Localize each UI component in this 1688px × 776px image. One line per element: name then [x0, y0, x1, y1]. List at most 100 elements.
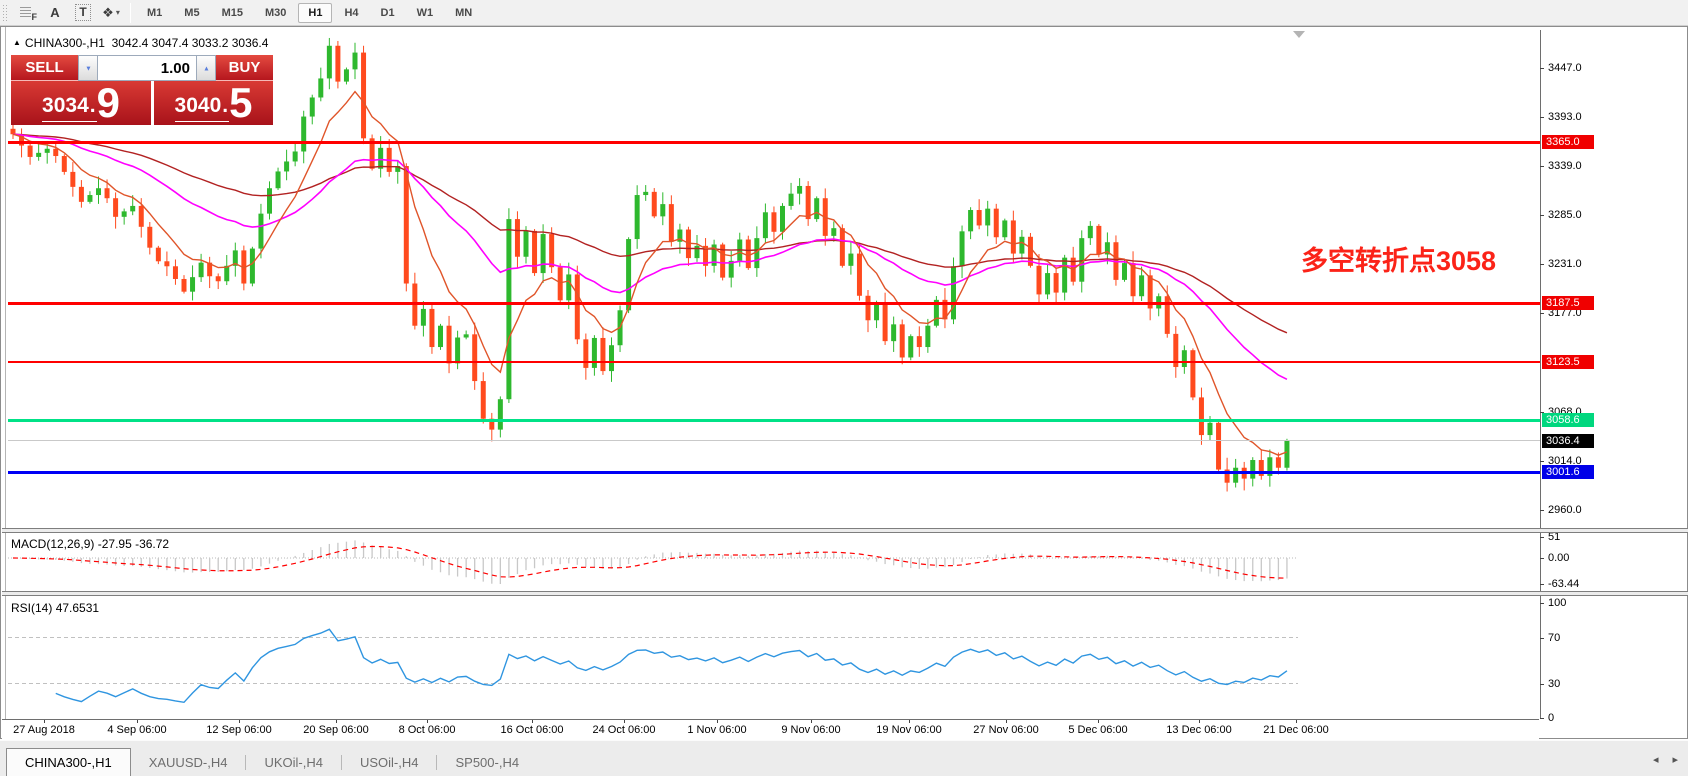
chart-tabs: CHINA300-,H1XAUUSD-,H4UKOil-,H4USOil-,H4…	[6, 746, 537, 776]
down-arrow-icon: ▼	[85, 64, 92, 72]
time-label: 8 Oct 06:00	[399, 724, 456, 736]
sell-price-frac: 9	[97, 84, 120, 122]
timeframe-h1-button[interactable]: H1	[298, 3, 332, 23]
tab-scroll-right-icon[interactable]: ▸	[1672, 753, 1678, 766]
buy-price[interactable]: 3040.5	[154, 81, 273, 125]
rsi-label: RSI(14) 47.6531	[11, 601, 99, 615]
hline-3001.6[interactable]	[8, 471, 1540, 474]
price-tick-3339.0: 3339.0	[1540, 160, 1688, 173]
price-badge-3036.4: 3036.4	[1542, 434, 1594, 448]
volume-increase-button[interactable]: ▲	[196, 55, 216, 81]
time-label: 20 Sep 06:00	[303, 724, 368, 736]
chart-tab-bar: CHINA300-,H1XAUUSD-,H4UKOil-,H4USOil-,H4…	[0, 740, 1688, 776]
hline-3123.5[interactable]	[8, 361, 1540, 363]
symbol-ohlc-values: 3042.4 3047.4 3033.2 3036.4	[112, 36, 269, 50]
rsi-tick-30: 30	[1540, 678, 1688, 691]
text-label-glyph: T	[75, 4, 90, 21]
timeframe-d1-button[interactable]: D1	[371, 3, 405, 23]
price-tick-3231.0: 3231.0	[1540, 258, 1688, 271]
symbol-header: ▲ CHINA300-,H1 3042.4 3047.4 3033.2 3036.…	[13, 36, 268, 50]
price-badge-3001.6: 3001.6	[1542, 465, 1594, 479]
collapse-triangle-icon[interactable]: ▲	[13, 38, 21, 47]
macd-splitter[interactable]	[2, 528, 1688, 533]
rsi-value: 47.6531	[56, 601, 99, 615]
symbol-name: CHINA300-,H1	[25, 36, 105, 50]
time-label: 21 Dec 06:00	[1263, 724, 1328, 736]
time-tick	[1006, 720, 1007, 723]
time-label: 5 Dec 06:00	[1068, 724, 1127, 736]
time-tick	[336, 720, 337, 723]
time-tick	[717, 720, 718, 723]
sell-price[interactable]: 3034.9	[11, 81, 151, 125]
macd-label: MACD(12,26,9) -27.95 -36.72	[11, 537, 169, 551]
price-badge-3123.5: 3123.5	[1542, 355, 1594, 369]
price-tick-3447.0: 3447.0	[1540, 62, 1688, 75]
hline-3036.4[interactable]	[8, 440, 1540, 441]
time-label: 1 Nov 06:00	[687, 724, 746, 736]
time-label: 4 Sep 06:00	[107, 724, 166, 736]
time-label: 9 Nov 06:00	[781, 724, 840, 736]
hline-3058.6[interactable]	[8, 419, 1540, 422]
objects-icon[interactable]: ❖ ▾	[99, 3, 123, 23]
timeframe-m1-button[interactable]: M1	[137, 3, 172, 23]
buy-price-dot: .	[221, 91, 229, 122]
time-label: 12 Sep 06:00	[206, 724, 271, 736]
timeframe-w1-button[interactable]: W1	[407, 3, 444, 23]
chart-tab-xauusdh4[interactable]: XAUUSD-,H4	[131, 750, 246, 776]
hline-3365.0[interactable]	[8, 141, 1540, 144]
time-tick	[427, 720, 428, 723]
price-tick-3393.0: 3393.0	[1540, 111, 1688, 124]
macd-tick--63.44: -63.44	[1540, 578, 1688, 591]
chart-tab-china300h1[interactable]: CHINA300-,H1	[6, 748, 131, 776]
time-tick	[909, 720, 910, 723]
trading-terminal: F A T ❖ ▾ M1M5M15M30H1H4D1W1MN ▲ CHINA300…	[0, 0, 1688, 776]
macd-values: -27.95 -36.72	[98, 537, 169, 551]
price-badge-3365.0: 3365.0	[1542, 135, 1594, 149]
macd-tick-0.00: 0.00	[1540, 552, 1688, 565]
time-axis[interactable]: 27 Aug 2018 4 Sep 06:00 12 Sep 06:00 20 Sep…	[2, 719, 1539, 739]
rsi-tick-100: 100	[1540, 597, 1688, 610]
timeframe-toolbar: M1M5M15M30H1H4D1W1MN	[136, 3, 483, 23]
rsi-splitter[interactable]	[2, 591, 1688, 596]
hline-3187.5[interactable]	[8, 302, 1540, 305]
timeframe-m30-button[interactable]: M30	[255, 3, 296, 23]
rsi-tick-0: 0	[1540, 712, 1688, 725]
timeframe-mn-button[interactable]: MN	[445, 3, 482, 23]
chart-tab-sp500h4[interactable]: SP500-,H4	[437, 750, 537, 776]
time-tick	[532, 720, 533, 723]
volume-decrease-button[interactable]: ▼	[78, 55, 98, 81]
rsi-title: RSI(14)	[11, 601, 52, 615]
time-tick	[1296, 720, 1297, 723]
time-label: 24 Oct 06:00	[593, 724, 656, 736]
timeframe-h4-button[interactable]: H4	[334, 3, 368, 23]
buy-button[interactable]: BUY	[216, 55, 273, 81]
chart-tab-ukoilh4[interactable]: UKOil-,H4	[246, 750, 341, 776]
tab-scroll-left-icon[interactable]: ◂	[1653, 753, 1659, 766]
time-tick	[1098, 720, 1099, 723]
timeframe-m15-button[interactable]: M15	[212, 3, 253, 23]
time-tick	[1199, 720, 1200, 723]
chart-annotation-text[interactable]: 多空转折点3058	[1301, 239, 1496, 278]
chart-tab-usoilh4[interactable]: USOil-,H4	[342, 750, 437, 776]
text-label-icon[interactable]: T	[71, 3, 95, 23]
price-tick-3285.0: 3285.0	[1540, 209, 1688, 222]
tile-windows-icon[interactable]: F	[15, 3, 39, 23]
one-click-trading-panel: SELL ▼ ▲ BUY 3034.9 3040.5	[11, 55, 273, 125]
objects-glyph: ❖	[102, 5, 114, 21]
font-a-icon[interactable]: A	[43, 3, 67, 23]
window-inner-edge	[5, 27, 6, 738]
rsi-canvas[interactable]	[8, 596, 1540, 719]
sell-button[interactable]: SELL	[11, 55, 78, 81]
price-badge-3058.6: 3058.6	[1542, 413, 1594, 427]
price-axis-line	[1540, 30, 1541, 719]
rsi-tick-70: 70	[1540, 632, 1688, 645]
time-tick	[811, 720, 812, 723]
macd-canvas[interactable]	[8, 533, 1540, 591]
toolbar-grip[interactable]	[2, 4, 9, 22]
time-label: 27 Aug 2018	[13, 724, 75, 736]
time-tick	[137, 720, 138, 723]
volume-input[interactable]	[98, 55, 196, 81]
tile-windows-letter: F	[32, 12, 38, 22]
chevron-down-icon: ▾	[116, 8, 120, 17]
timeframe-m5-button[interactable]: M5	[174, 3, 209, 23]
